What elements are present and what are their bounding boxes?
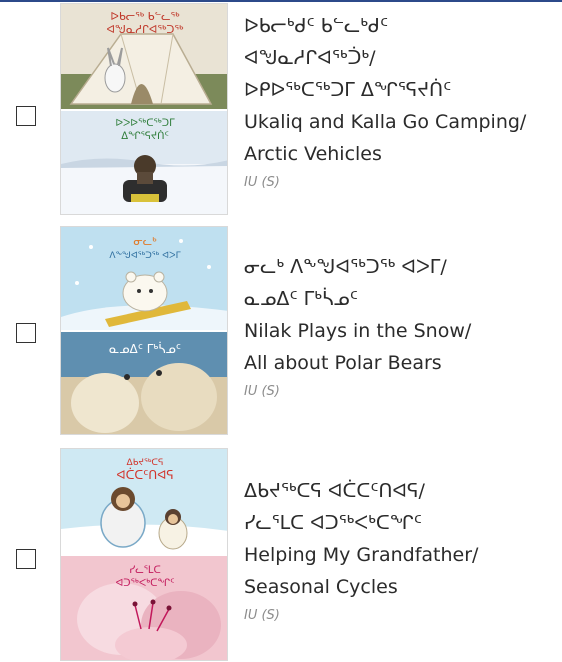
- book-title-syllabics: ᐊᖑᓇᓱᒋᐊᖅᑑᒃ/: [244, 47, 376, 69]
- language-label: IU (S): [244, 175, 280, 190]
- book-info: ᐅᑲᓕᒃᑯᑦ ᑲᓪᓚᒃᑯᑦ ᐊᖑᓇᓱᒋᐊᖅᑑᒃ/ ᐅᑭᐅᖅᑕᖅᑐᒥ ᐃᖏᕐᕋᔪᑏ…: [244, 10, 560, 196]
- book-info: ᓂᓚᒃ ᐱᖕᖑᐊᖅᑐᖅ ᐊᐳᒥ/ ᓇᓄᐃᑦ ᒥᒃᓵᓄᑦ Nilak Plays …: [244, 251, 560, 405]
- cover-title-line: ᐃᖏᕐᕋᔪᑏᑦ: [121, 129, 169, 142]
- cover-title-line: ᐅᐳᐅᖅᑕᖅᑐᒥ: [115, 117, 175, 129]
- cover-title-line: ᐊᖑᓇᓱᒋᐊᖅᑐᖅ: [106, 23, 183, 36]
- book-title-syllabics: ᐅᑭᐅᖅᑕᖅᑐᒥ ᐃᖏᕐᕋᔪᑏᑦ: [244, 79, 452, 101]
- cover-illustration: ᐅᑲᓕᖅ ᑲᓪᓚᖅ ᐊᖑᓇᓱᒋᐊᖅᑐᖅ ᐅᐳᐅᖅᑕᖅᑐᒥ ᐃᖏᕐᕋᔪᑏᑦ: [61, 4, 227, 214]
- book-title-english: Nilak Plays in the Snow/: [244, 320, 472, 342]
- cover-title-line: ᐃᑲᔪᖅᑕᕋ: [127, 458, 164, 468]
- cover-title-line: ᐅᑲᓕᖅ ᑲᓪᓚᖅ: [110, 10, 179, 23]
- book-row: ᐃᑲᔪᖅᑕᕋ ᐊᑖᑕᑦᑎᐊᕋ ᓯᓚᕐᒪᑕ ᐊᑐᖅᐸᒃᑕᖏᑦ ᐃᑲᔪᖅᑕᕋ ᐊᑖᑕ…: [0, 441, 562, 662]
- select-checkbox[interactable]: [16, 106, 36, 126]
- cover-title-line: ᐱᖕᖑᐊᖅᑐᖅ ᐊᐳᒥ: [109, 251, 180, 261]
- language-label: IU (S): [244, 384, 280, 399]
- cover-title-line: ᐊᑖᑕᑦᑎᐊᕋ: [116, 466, 173, 482]
- cover-illustration: ᓂᓚᒃ ᐱᖕᖑᐊᖅᑐᖅ ᐊᐳᒥ ᓇᓄᐃᑦ ᒥᒃᓵᓄᑦ: [61, 227, 227, 434]
- book-title-syllabics: ᓯᓚᕐᒪᑕ ᐊᑐᖅᐸᒃᑕᖏᑦ: [244, 512, 422, 534]
- book-title-english: Helping My Grandfather/: [244, 544, 479, 566]
- language-label: IU (S): [244, 608, 280, 623]
- book-cover[interactable]: ᐃᑲᔪᖅᑕᕋ ᐊᑖᑕᑦᑎᐊᕋ ᓯᓚᕐᒪᑕ ᐊᑐᖅᐸᒃᑕᖏᑦ: [60, 448, 228, 661]
- book-title-syllabics: ᓂᓚᒃ ᐱᖕᖑᐊᖅᑐᖅ ᐊᐳᒥ/: [244, 256, 447, 278]
- cover-title-line: ᐊᑐᖅᐸᒃᑕᖏᑦ: [116, 577, 175, 589]
- cover-title-line: ᓯᓚᕐᒪᑕ: [129, 565, 161, 576]
- cover-title-line: ᓂᓚᒃ: [133, 235, 157, 248]
- book-cover[interactable]: ᓂᓚᒃ ᐱᖕᖑᐊᖅᑐᖅ ᐊᐳᒥ ᓇᓄᐃᑦ ᒥᒃᓵᓄᑦ: [60, 226, 228, 435]
- cover-illustration: ᐃᑲᔪᖅᑕᕋ ᐊᑖᑕᑦᑎᐊᕋ ᓯᓚᕐᒪᑕ ᐊᑐᖅᐸᒃᑕᖏᑦ: [61, 449, 227, 660]
- book-row: ᐅᑲᓕᖅ ᑲᓪᓚᖅ ᐊᖑᓇᓱᒋᐊᖅᑐᖅ ᐅᐳᐅᖅᑕᖅᑐᒥ ᐃᖏᕐᕋᔪᑏᑦ ᐅᑲᓕ…: [0, 0, 562, 219]
- book-cover[interactable]: ᐅᑲᓕᖅ ᑲᓪᓚᖅ ᐊᖑᓇᓱᒋᐊᖅᑐᖅ ᐅᐳᐅᖅᑕᖅᑐᒥ ᐃᖏᕐᕋᔪᑏᑦ: [60, 3, 228, 215]
- book-row: ᓂᓚᒃ ᐱᖕᖑᐊᖅᑐᖅ ᐊᐳᒥ ᓇᓄᐃᑦ ᒥᒃᓵᓄᑦ ᓂᓚᒃ ᐱᖕᖑᐊᖅᑐᖅ ᐊ…: [0, 219, 562, 441]
- book-info: ᐃᑲᔪᖅᑕᕋ ᐊᑖᑕᑦᑎᐊᕋ/ ᓯᓚᕐᒪᑕ ᐊᑐᖅᐸᒃᑕᖏᑦ Helping M…: [244, 475, 560, 629]
- select-checkbox[interactable]: [16, 549, 36, 569]
- select-checkbox[interactable]: [16, 323, 36, 343]
- book-title-syllabics: ᓇᓄᐃᑦ ᒥᒃᓵᓄᑦ: [244, 288, 358, 310]
- book-title-english: Arctic Vehicles: [244, 143, 382, 165]
- book-title-syllabics: ᐃᑲᔪᖅᑕᕋ ᐊᑖᑕᑦᑎᐊᕋ/: [244, 480, 425, 502]
- book-title-english: All about Polar Bears: [244, 352, 442, 374]
- book-title-english: Ukaliq and Kalla Go Camping/: [244, 111, 527, 133]
- book-title-syllabics: ᐅᑲᓕᒃᑯᑦ ᑲᓪᓚᒃᑯᑦ: [244, 15, 389, 37]
- book-title-english: Seasonal Cycles: [244, 576, 398, 598]
- cover-title-line: ᓇᓄᐃᑦ ᒥᒃᓵᓄᑦ: [109, 340, 181, 356]
